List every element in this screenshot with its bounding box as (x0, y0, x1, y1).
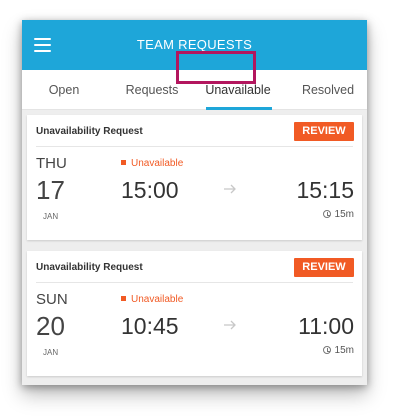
duration-text: 15m (334, 345, 354, 356)
arrow-right-icon (224, 320, 236, 330)
tab-resolved[interactable]: Resolved (297, 70, 359, 110)
tab-bar: Open Requests Unavailable Resolved (22, 70, 367, 110)
duration-text: 15m (334, 209, 354, 220)
day-of-week: THU (36, 155, 67, 172)
arrow-right-icon (224, 184, 236, 194)
end-time: 15:15 (296, 177, 354, 203)
duration-label: 15m (322, 209, 354, 220)
duration-label: 15m (322, 345, 354, 356)
tab-requests[interactable]: Requests (118, 70, 186, 110)
day-number: 17 (36, 175, 65, 205)
request-title: Unavailability Request (36, 126, 143, 137)
card-divider (36, 282, 353, 283)
start-time: 15:00 (121, 177, 179, 203)
request-card: Unavailability Request REVIEW THU 17 JAN… (27, 115, 362, 240)
clock-icon (322, 346, 331, 354)
start-time: 10:45 (121, 313, 179, 339)
active-tab-indicator (206, 107, 272, 110)
status-text: Unavailable (131, 294, 184, 305)
day-number: 20 (36, 311, 65, 341)
status-label: Unavailable (121, 294, 183, 305)
status-text: Unavailable (131, 158, 184, 169)
tab-unavailable[interactable]: Unavailable (203, 70, 273, 110)
day-of-week: SUN (36, 291, 68, 308)
app-window: TEAM REQUESTS Open Requests Unavailable … (22, 20, 367, 385)
request-card: Unavailability Request REVIEW SUN 20 JAN… (27, 251, 362, 376)
request-title: Unavailability Request (36, 262, 143, 273)
status-label: Unavailable (121, 158, 183, 169)
top-bar: TEAM REQUESTS (22, 20, 367, 70)
page-title: TEAM REQUESTS (136, 37, 253, 52)
review-button[interactable]: REVIEW (294, 122, 354, 141)
status-square-icon (121, 160, 126, 165)
card-divider (36, 146, 353, 147)
status-square-icon (121, 296, 126, 301)
clock-icon (322, 210, 331, 218)
month-label: JAN (43, 348, 59, 357)
end-time: 11:00 (298, 313, 354, 339)
tab-open[interactable]: Open (42, 70, 86, 110)
review-button[interactable]: REVIEW (294, 258, 354, 277)
month-label: JAN (43, 212, 59, 221)
